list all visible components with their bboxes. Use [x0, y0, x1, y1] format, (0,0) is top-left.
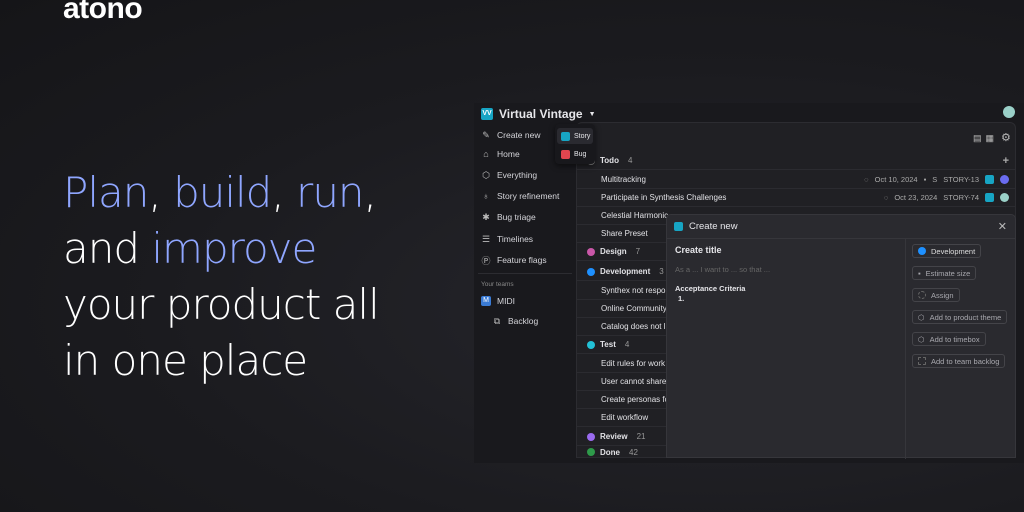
menu-item-bug[interactable]: Bug	[557, 146, 593, 162]
workspace-badge: VV	[481, 108, 493, 120]
divider	[478, 273, 572, 274]
nav-story-refinement[interactable]: ♁ Story refinement	[481, 188, 576, 204]
menu-item-story[interactable]: Story	[557, 128, 593, 144]
add-to-team-backlog-button[interactable]: Add to team backlog	[912, 354, 1006, 368]
bug-icon	[561, 149, 570, 159]
teams-label: Your teams	[481, 281, 514, 288]
nav-feature-flags[interactable]: Ⓟ Feature flags	[481, 252, 576, 268]
nav-everything[interactable]: ⬡ Everything	[481, 167, 576, 183]
settings-icon[interactable]: ⚙	[1001, 131, 1011, 144]
edit-icon: ✎	[482, 129, 490, 140]
story-icon	[985, 193, 994, 202]
status-dot	[587, 448, 595, 456]
chevron-down-icon: ▼	[588, 110, 596, 118]
team-badge: M	[481, 296, 491, 306]
home-icon: ⌂	[483, 149, 489, 159]
list-item[interactable]: Participate in Synthesis Challenges ◌ Oct …	[577, 189, 1015, 207]
description-input[interactable]: As a ... I want to ... so that ...	[675, 265, 770, 274]
check-circle-icon: ◌	[864, 175, 869, 184]
story-icon	[674, 222, 683, 231]
divider	[905, 239, 906, 459]
close-icon[interactable]: ✕	[998, 220, 1007, 233]
status-dot	[918, 247, 926, 255]
workspace-switcher[interactable]: VV Virtual Vintage ▼	[481, 107, 596, 121]
view-toggle[interactable]: ▤▦	[973, 133, 998, 144]
team-backlog[interactable]: ⧉ Backlog	[492, 313, 587, 329]
bulb-icon: ♁	[482, 191, 490, 201]
status-dot	[587, 432, 595, 441]
nav-bug-triage[interactable]: ✱ Bug triage	[481, 209, 576, 225]
hexagon-icon: ⬡	[482, 169, 490, 180]
user-avatar[interactable]	[1003, 106, 1015, 118]
group-todo[interactable]: Todo 4 +	[577, 152, 1015, 170]
title-input[interactable]: Create title	[675, 245, 722, 255]
avatar	[1000, 193, 1009, 202]
hero-headline: Plan, build, run, and improve your produ…	[63, 168, 380, 385]
status-button[interactable]: Development	[912, 244, 982, 258]
backlog-icon: ⧉	[493, 315, 501, 326]
timeline-icon: ☰	[481, 233, 491, 244]
status-dot	[587, 247, 595, 256]
story-icon	[985, 175, 994, 184]
estimate-size-button[interactable]: ▪ Estimate size	[912, 266, 977, 280]
size-icon: ▪	[918, 268, 921, 278]
acceptance-criteria-label: Acceptance Criteria	[675, 284, 746, 293]
status-dot	[587, 340, 595, 349]
nav-timelines[interactable]: ☰ Timelines	[481, 231, 576, 247]
cube-icon: ⬡	[918, 312, 925, 322]
check-circle-icon: ◌	[883, 193, 889, 202]
flag-icon: Ⓟ	[481, 255, 491, 266]
assign-button[interactable]: Assign	[912, 288, 960, 302]
create-new-modal: Create new ✕ Create title As a ... I want…	[666, 214, 1016, 459]
atono-logo: atono	[63, 0, 143, 25]
assign-icon	[918, 291, 926, 299]
workspace-name: Virtual Vintage	[499, 107, 583, 121]
cube-icon: ⬡	[918, 334, 925, 344]
list-item[interactable]: Multitracking ◌ Oct 10, 2024 ▪ S STORY-13	[577, 171, 1015, 189]
status-dot	[587, 267, 595, 276]
backlog-icon	[918, 357, 926, 365]
bug-icon: ✱	[482, 211, 490, 222]
modal-title: Create new	[689, 221, 738, 232]
size-icon: ▪	[923, 175, 927, 184]
add-to-product-theme-button[interactable]: ⬡ Add to product theme	[912, 310, 1008, 324]
acceptance-criteria-item[interactable]: 1.	[678, 294, 684, 303]
create-menu: Story Bug	[555, 124, 595, 164]
team-midi[interactable]: M MIDI	[481, 293, 576, 309]
add-to-timebox-button[interactable]: ⬡ Add to timebox	[912, 332, 986, 346]
story-icon	[561, 131, 570, 141]
avatar	[1000, 175, 1009, 184]
add-icon[interactable]: +	[1003, 155, 1009, 167]
